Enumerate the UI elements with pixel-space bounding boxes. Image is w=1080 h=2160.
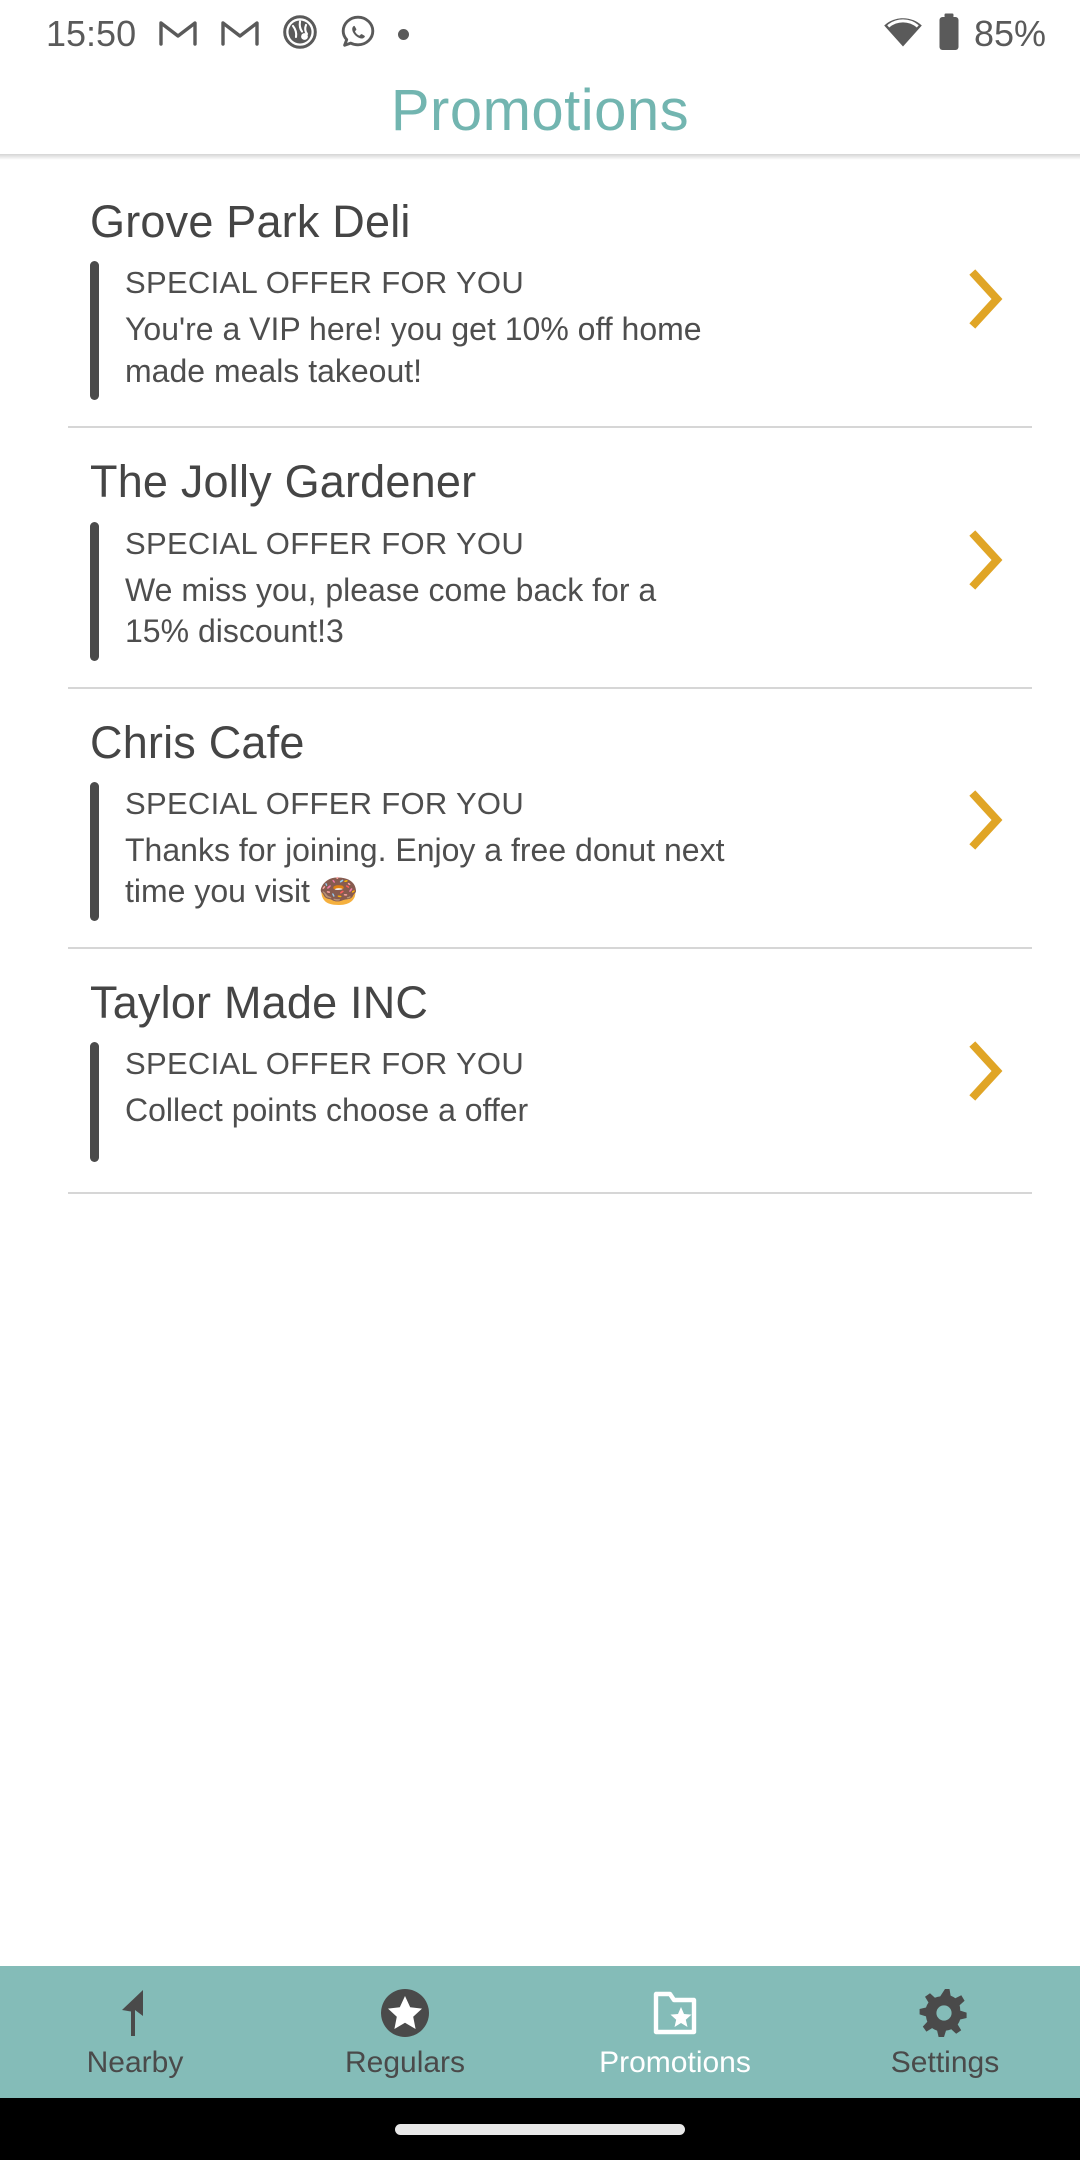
- offer-accent-bar: [90, 1042, 99, 1163]
- star-circle-icon: [378, 1986, 432, 2040]
- offer-block: SPECIAL OFFER FOR YOU You're a VIP here!…: [90, 261, 940, 401]
- chevron-right-icon[interactable]: [940, 979, 1032, 1162]
- bottom-navigation-bar: Nearby Regulars Promotions Settings: [0, 1966, 1080, 2098]
- browser-globe-icon: [282, 14, 318, 55]
- offer-heading: SPECIAL OFFER FOR YOU: [125, 785, 525, 821]
- gmail-icon: [220, 17, 260, 52]
- nav-item-regulars[interactable]: Regulars: [270, 1986, 540, 2078]
- app-screen: 15:50 85% Promotions Grove Park Deli SPE…: [0, 0, 1080, 2160]
- merchant-name: The Jolly Gardener: [90, 456, 477, 508]
- chevron-right-icon[interactable]: [940, 458, 1032, 660]
- offer-block: SPECIAL OFFER FOR YOU Thanks for joining…: [90, 781, 940, 922]
- whatsapp-icon: [340, 14, 376, 55]
- offer-body: Collect points choose a offer: [125, 1092, 529, 1129]
- navigation-arrow-icon: [110, 1986, 160, 2040]
- offer-body: You're a VIP here! you get 10% off home …: [125, 311, 702, 389]
- battery-percent-label: 85%: [973, 13, 1046, 54]
- app-bar: Promotions: [0, 68, 1080, 154]
- system-gesture-area: [0, 2098, 1080, 2160]
- promotion-list-item[interactable]: Chris Cafe SPECIAL OFFER FOR YOU Thanks …: [0, 716, 1080, 950]
- offer-heading: SPECIAL OFFER FOR YOU: [125, 265, 525, 301]
- offer-body: Thanks for joining. Enjoy a free donut n…: [125, 831, 725, 910]
- offer-block: SPECIAL OFFER FOR YOU We miss you, pleas…: [90, 521, 940, 661]
- gear-icon: [918, 1986, 972, 2040]
- list-divider: [68, 1192, 1032, 1195]
- dot-indicator-icon: [398, 28, 410, 40]
- nav-label-nearby: Nearby: [86, 2046, 184, 2079]
- offer-block: SPECIAL OFFER FOR YOU Collect points cho…: [90, 1042, 940, 1163]
- offer-accent-bar: [90, 261, 99, 401]
- chevron-right-icon[interactable]: [940, 198, 1032, 400]
- status-bar-left: 15:50: [46, 13, 410, 55]
- promotion-list-item[interactable]: Grove Park Deli SPECIAL OFFER FOR YOU Yo…: [0, 196, 1080, 429]
- list-divider: [68, 686, 1032, 689]
- folder-star-icon: [648, 1986, 702, 2040]
- offer-accent-bar: [90, 521, 99, 661]
- nav-item-nearby[interactable]: Nearby: [0, 1986, 270, 2078]
- promotion-list-item[interactable]: Taylor Made INC SPECIAL OFFER FOR YOU Co…: [0, 977, 1080, 1195]
- nav-label-regulars: Regulars: [344, 2046, 466, 2079]
- nav-item-promotions[interactable]: Promotions: [540, 1986, 810, 2078]
- offer-accent-bar: [90, 781, 99, 922]
- offer-heading: SPECIAL OFFER FOR YOU: [125, 1046, 525, 1082]
- list-divider: [68, 426, 1032, 429]
- merchant-name: Chris Cafe: [90, 716, 305, 768]
- promotion-list-item[interactable]: The Jolly Gardener SPECIAL OFFER FOR YOU…: [0, 456, 1080, 689]
- battery-icon: [936, 12, 962, 57]
- offer-heading: SPECIAL OFFER FOR YOU: [125, 525, 525, 561]
- promotions-list[interactable]: Grove Park Deli SPECIAL OFFER FOR YOU Yo…: [0, 160, 1080, 1966]
- gmail-icon: [158, 17, 198, 52]
- merchant-name: Grove Park Deli: [90, 196, 411, 247]
- merchant-name: Taylor Made INC: [90, 977, 429, 1029]
- status-bar: 15:50 85%: [0, 0, 1080, 68]
- page-title: Promotions: [390, 78, 690, 143]
- status-bar-right: 85%: [882, 12, 1046, 57]
- nav-label-promotions: Promotions: [599, 2046, 751, 2079]
- nav-label-settings: Settings: [890, 2046, 1000, 2079]
- wifi-icon: [882, 15, 924, 54]
- list-divider: [68, 947, 1032, 950]
- status-clock: 15:50: [46, 13, 137, 54]
- chevron-right-icon[interactable]: [940, 719, 1032, 921]
- nav-item-settings[interactable]: Settings: [810, 1986, 1080, 2078]
- offer-body: We miss you, please come back for a 15% …: [125, 571, 657, 650]
- home-gesture-pill[interactable]: [395, 2123, 685, 2135]
